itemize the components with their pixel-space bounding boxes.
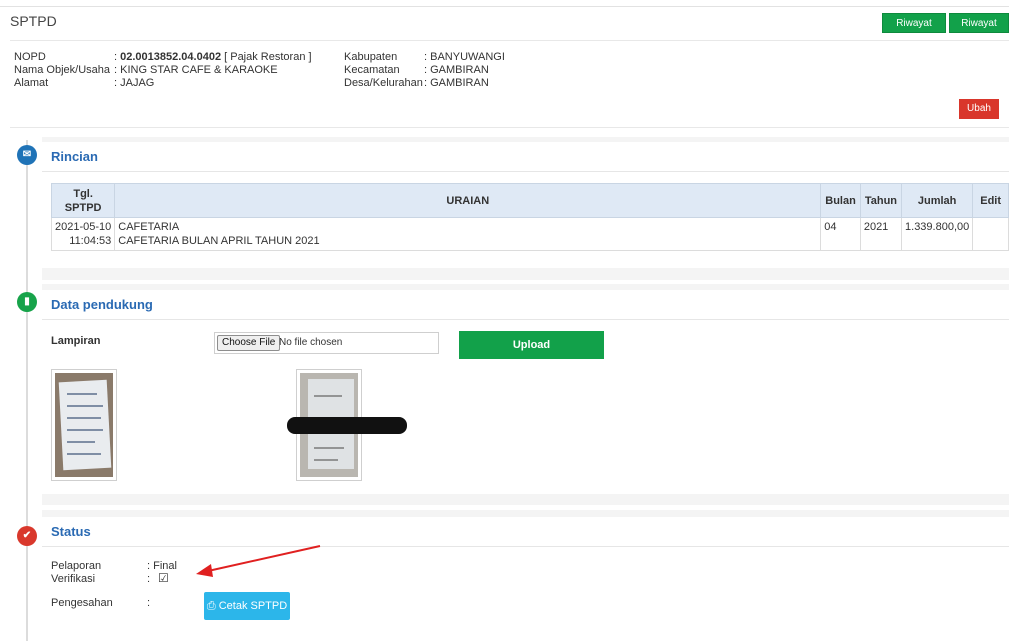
row-bulan: 04	[820, 217, 861, 251]
row-date-cell: 2021-05-10 11:04:53	[50, 217, 116, 251]
riwayat-sptpd-button[interactable]: Riwayat SPTPD	[949, 13, 1009, 49]
col-jumlah: Jumlah	[901, 183, 974, 218]
cetak-sptpd-button[interactable]: ⎙ Cetak SPTPD	[204, 592, 290, 620]
document-line	[314, 447, 344, 449]
col-edit: Edit	[972, 183, 1009, 218]
pelaporan-label: Pelaporan	[51, 560, 102, 572]
col-tahun: Tahun	[859, 183, 903, 218]
row-uraian-1: CAFETARIA	[118, 221, 180, 233]
status-header: Status	[42, 517, 1009, 547]
document-line	[314, 395, 342, 397]
table-row: 2021-05-10 11:04:53 CAFETARIA CAFETARIA BU…	[50, 217, 1009, 251]
document-line	[67, 453, 101, 455]
col-tgl-sptpd: Tgl. SPTPD	[50, 183, 116, 218]
ubah-op-button[interactable]: Ubah OP	[959, 99, 999, 134]
row-tahun: 2021	[859, 217, 903, 251]
page-title: SPTPD	[10, 13, 57, 29]
rincian-title: Rincian	[51, 149, 98, 164]
file-icon: ▮	[17, 292, 37, 312]
row-uraian-cell: CAFETARIA CAFETARIA BULAN APRIL TAHUN 202…	[114, 217, 822, 251]
nopd-type: [ Pajak Restoran ]	[221, 51, 312, 63]
kecamatan-label: Kecamatan	[344, 64, 400, 76]
row-uraian-2: CAFETARIA BULAN APRIL TAHUN 2021	[118, 235, 320, 247]
no-file-text: No file chosen	[279, 337, 343, 348]
desa-value: : GAMBIRAN	[424, 77, 489, 89]
pendukung-header: Data pendukung	[42, 290, 1009, 320]
verifikasi-separator: :	[147, 573, 151, 585]
alamat-value: : JAJAG	[114, 77, 155, 89]
cetak-sptpd-label: Cetak SPTPD	[218, 600, 288, 612]
riwayat-skpd-button[interactable]: Riwayat SKPD	[882, 13, 946, 49]
top-divider	[0, 6, 1009, 7]
nopd-label: NOPD	[14, 51, 46, 63]
nopd-value: : 02.0013852.04.0402 [ Pajak Restoran ]	[114, 51, 312, 63]
check-circle-icon: ✔	[17, 526, 37, 546]
pendukung-title: Data pendukung	[51, 297, 153, 312]
status-body	[42, 547, 1009, 641]
col-bulan: Bulan	[820, 183, 861, 218]
pengesahan-separator: :	[147, 597, 151, 609]
document-image-1	[55, 373, 113, 477]
col-tgl-label: Tgl.	[73, 187, 93, 200]
row-jumlah: 1.339.800,00	[901, 217, 974, 251]
col-uraian: URAIAN	[114, 183, 822, 218]
kabupaten-value: : BANYUWANGI	[424, 51, 505, 63]
timeline-line	[26, 140, 28, 641]
print-icon: ⎙	[206, 600, 216, 612]
row-edit[interactable]	[972, 217, 1009, 251]
nama-label: Nama Objek/Usaha	[14, 64, 110, 76]
lampiran-label: Lampiran	[51, 335, 101, 347]
document-line	[67, 429, 103, 431]
checkbox-checked-icon: ☑	[158, 571, 169, 585]
alamat-label: Alamat	[14, 77, 49, 89]
attachment-thumbnail-1[interactable]	[51, 369, 117, 481]
header-divider	[10, 40, 1009, 41]
nama-value: : KING STAR CAFE & KARAOKE	[114, 64, 278, 76]
verifikasi-label: Verifikasi	[51, 573, 96, 585]
status-title: Status	[51, 524, 91, 539]
info-divider	[10, 127, 1009, 128]
row-time: 11:04:53	[69, 235, 112, 247]
desa-label: Desa/Kelurahan	[344, 77, 423, 89]
document-line	[67, 393, 97, 395]
document-line	[67, 441, 95, 443]
pengesahan-label: Pengesahan	[51, 597, 113, 609]
nopd-number: 02.0013852.04.0402	[120, 51, 222, 63]
rincian-header: Rincian	[42, 142, 1009, 172]
file-input[interactable]: Choose File No file chosen	[214, 332, 439, 354]
redaction-bar	[287, 417, 407, 434]
col-sptpd-label: SPTPD	[64, 201, 102, 214]
kecamatan-value: : GAMBIRAN	[424, 64, 489, 76]
envelope-icon: ✉	[17, 145, 37, 165]
document-line	[314, 459, 338, 461]
upload-button[interactable]: Upload	[459, 331, 604, 359]
row-date: 2021-05-10	[55, 221, 112, 233]
choose-file-button[interactable]: Choose File	[217, 335, 281, 351]
document-line	[67, 417, 101, 419]
kabupaten-label: Kabupaten	[344, 51, 398, 63]
rincian-table: Tgl. SPTPD URAIAN Bulan Tahun Jumlah Edit…	[50, 183, 1009, 251]
table-header-row: Tgl. SPTPD URAIAN Bulan Tahun Jumlah Edit	[50, 183, 1009, 218]
document-line	[67, 405, 103, 407]
